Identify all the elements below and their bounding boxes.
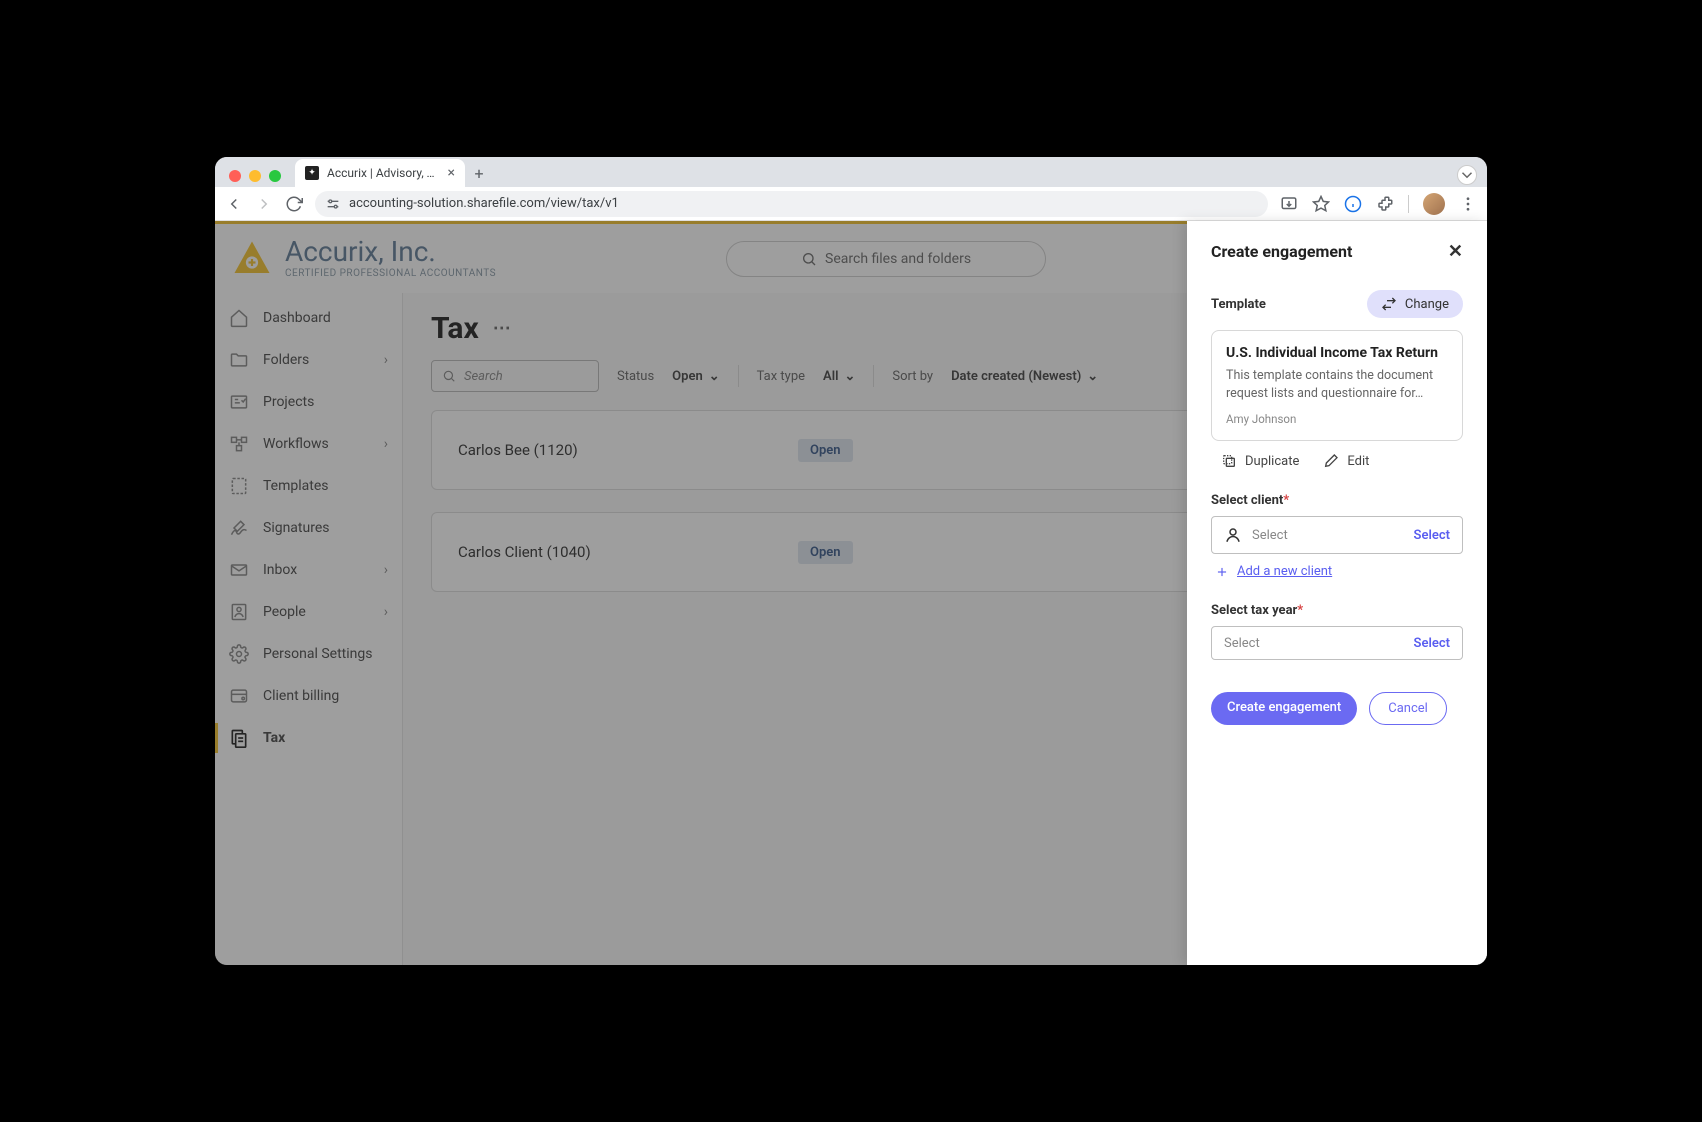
plus-icon: [1215, 565, 1229, 579]
template-description: This template contains the document requ…: [1226, 367, 1448, 402]
tab-title: Accurix | Advisory, Tax, and A: [327, 166, 440, 180]
client-placeholder: Select: [1252, 528, 1288, 543]
close-panel-icon[interactable]: ✕: [1448, 241, 1463, 262]
kebab-menu-icon[interactable]: [1459, 195, 1477, 213]
extensions-icon[interactable]: [1376, 195, 1394, 213]
change-template-button[interactable]: Change: [1367, 290, 1463, 318]
install-app-icon[interactable]: [1280, 195, 1298, 213]
favicon: ✦: [305, 166, 319, 180]
maximize-window[interactable]: [269, 170, 281, 182]
edit-button[interactable]: Edit: [1323, 453, 1369, 469]
select-year-action[interactable]: Select: [1414, 636, 1450, 651]
new-tab-button[interactable]: +: [465, 159, 493, 187]
reload-button[interactable]: [285, 195, 303, 213]
select-client-action[interactable]: Select: [1414, 528, 1450, 543]
cancel-button[interactable]: Cancel: [1369, 692, 1447, 725]
pencil-icon: [1323, 453, 1339, 469]
browser-toolbar: accounting-solution.sharefile.com/view/t…: [215, 187, 1487, 221]
forward-button[interactable]: [255, 195, 273, 213]
back-button[interactable]: [225, 195, 243, 213]
tab-overflow-button[interactable]: [1457, 165, 1477, 185]
url-text: accounting-solution.sharefile.com/view/t…: [349, 196, 619, 211]
bookmark-icon[interactable]: [1312, 195, 1330, 213]
template-section-label: Template: [1211, 297, 1266, 312]
profile-avatar[interactable]: [1423, 193, 1445, 215]
person-icon: [1224, 526, 1242, 544]
client-select[interactable]: Select Select: [1211, 516, 1463, 554]
template-card: U.S. Individual Income Tax Return This t…: [1211, 330, 1463, 441]
duplicate-icon: [1221, 453, 1237, 469]
minimize-window[interactable]: [249, 170, 261, 182]
window-controls: [229, 170, 281, 182]
swap-icon: [1381, 296, 1397, 312]
duplicate-button[interactable]: Duplicate: [1221, 453, 1299, 469]
add-client-link[interactable]: Add a new client: [1211, 564, 1463, 579]
panel-header: Create engagement ✕: [1211, 241, 1463, 262]
year-select[interactable]: Select Select: [1211, 626, 1463, 660]
browser-tab[interactable]: ✦ Accurix | Advisory, Tax, and A ×: [295, 159, 465, 187]
year-placeholder: Select: [1224, 636, 1260, 651]
address-bar[interactable]: accounting-solution.sharefile.com/view/t…: [315, 191, 1268, 217]
template-name: U.S. Individual Income Tax Return: [1226, 345, 1448, 361]
year-field-label: Select tax year*: [1211, 603, 1463, 618]
info-icon[interactable]: [1344, 195, 1362, 213]
close-window[interactable]: [229, 170, 241, 182]
template-author: Amy Johnson: [1226, 412, 1448, 426]
browser-tabbar: ✦ Accurix | Advisory, Tax, and A × +: [215, 157, 1487, 187]
create-engagement-panel: Create engagement ✕ Template Change U.S.…: [1187, 221, 1487, 965]
client-field-label: Select client*: [1211, 493, 1463, 508]
divider: [1408, 195, 1409, 213]
site-info-icon[interactable]: [325, 196, 341, 212]
panel-title-text: Create engagement: [1211, 242, 1352, 261]
create-engagement-button[interactable]: Create engagement: [1211, 692, 1357, 725]
close-tab-icon[interactable]: ×: [448, 165, 455, 181]
